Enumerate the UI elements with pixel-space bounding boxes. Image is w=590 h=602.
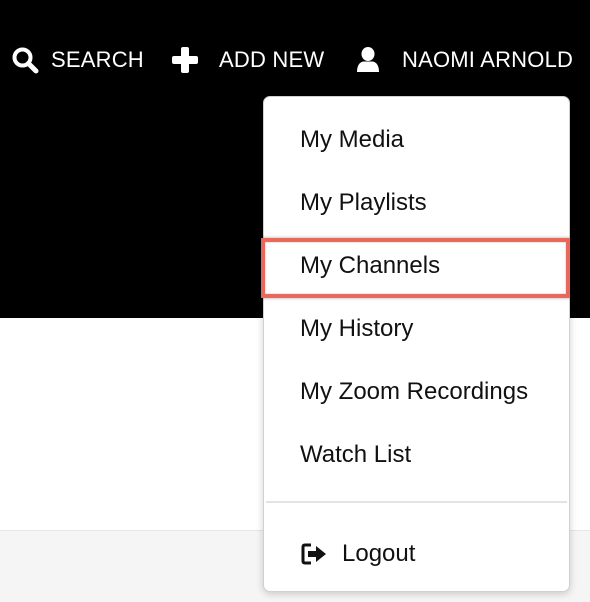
user-menu-button[interactable]: NAOMI ARNOLD: [354, 36, 573, 84]
add-new-button[interactable]: ADD NEW: [171, 36, 324, 84]
user-icon: [354, 46, 382, 74]
menu-item-label: My Media: [300, 126, 405, 153]
user-dropdown-menu: My Media My Playlists My Channels My His…: [261, 96, 570, 592]
menu-item-my-channels[interactable]: My Channels: [264, 235, 569, 297]
top-nav: SEARCH ADD NEW NAOMI ARNOLD: [0, 36, 590, 84]
menu-item-watch-list[interactable]: Watch List: [264, 424, 569, 486]
logout-button[interactable]: Logout: [264, 523, 569, 585]
menu-item-my-history[interactable]: My History: [264, 298, 569, 360]
menu-item-label: My Playlists: [300, 189, 427, 216]
plus-icon: [171, 46, 199, 74]
logout-icon: [300, 540, 328, 568]
menu-divider: [266, 501, 567, 503]
menu-item-label: My History: [300, 315, 414, 342]
add-new-label: ADD NEW: [219, 47, 325, 72]
menu-item-label: Watch List: [300, 441, 412, 468]
menu-item-my-playlists[interactable]: My Playlists: [264, 172, 569, 234]
logout-label: Logout: [342, 540, 416, 567]
search-label: SEARCH: [51, 47, 144, 72]
menu-item-my-media[interactable]: My Media: [264, 109, 569, 171]
menu-item-label: My Channels: [300, 252, 441, 279]
page: SEARCH ADD NEW NAOMI ARNOLD My Media My …: [0, 0, 590, 602]
menu-item-label: My Zoom Recordings: [300, 378, 529, 405]
menu-item-my-zoom-recordings[interactable]: My Zoom Recordings: [264, 361, 569, 423]
user-name: NAOMI ARNOLD: [402, 47, 574, 72]
search-button[interactable]: SEARCH: [11, 36, 144, 84]
search-icon: [11, 46, 39, 74]
